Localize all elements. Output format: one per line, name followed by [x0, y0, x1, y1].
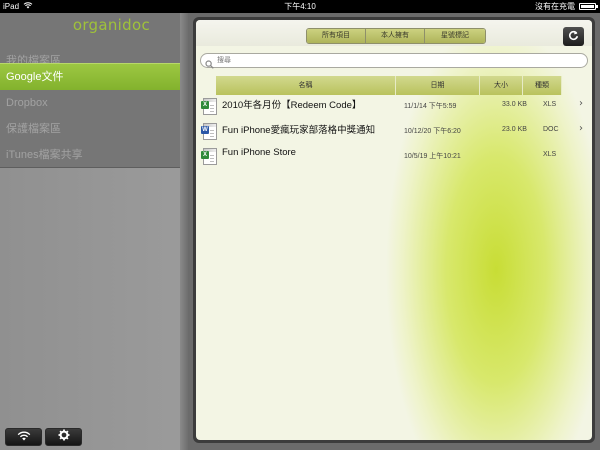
battery-icon — [579, 3, 598, 10]
wifi-icon — [17, 428, 31, 446]
charging-status: 沒有在充電 — [535, 2, 575, 11]
table-row[interactable]: X Fun iPhone Store 10/5/19 上午10:21 XLS — [200, 144, 588, 172]
file-date: 10/5/19 上午10:21 — [404, 153, 461, 160]
refresh-button[interactable] — [563, 27, 584, 46]
file-date: 10/12/20 下午6:20 — [404, 128, 461, 135]
search-input[interactable] — [217, 54, 577, 67]
file-name: Fun iPhone愛瘋玩家部落格中獎通知 — [222, 125, 376, 136]
file-size: 23.0 KB — [502, 126, 527, 133]
file-type: XLS — [543, 101, 557, 108]
file-date: 11/1/14 下午5:59 — [404, 103, 457, 110]
file-name: Fun iPhone Store — [222, 147, 296, 158]
file-type: DOC — [543, 126, 559, 133]
segment-starred[interactable]: 星號標記 — [425, 29, 485, 43]
xls-file-icon: X — [201, 98, 217, 115]
table-row[interactable]: X 2010年各月份【Redeem Code】 11/1/14 下午5:59 3… — [200, 94, 588, 122]
app-logo: organidoc — [72, 16, 150, 34]
wifi-button[interactable] — [5, 428, 42, 446]
refresh-icon — [568, 28, 579, 46]
file-name: 2010年各月份【Redeem Code】 — [222, 100, 362, 111]
sidebar-item-itunes-share[interactable]: iTunes檔案共享 — [0, 142, 181, 168]
file-type: XLS — [543, 151, 557, 158]
column-header-size[interactable]: 大小 — [480, 76, 523, 95]
xls-file-icon: X — [201, 148, 217, 165]
chevron-right-icon[interactable]: › — [579, 98, 583, 109]
gear-icon — [58, 428, 70, 446]
column-header-date[interactable]: 日期 — [396, 76, 480, 95]
sidebar-item-google-docs[interactable]: Google文件 — [0, 63, 181, 90]
table-header: 名稱 日期 大小 種類 — [216, 76, 562, 95]
column-header-type[interactable]: 種類 — [523, 76, 562, 95]
sidebar-item-protected[interactable]: 保護檔案區 — [0, 116, 181, 142]
file-browser-panel: 所有項目 本人擁有 星號標記 名稱 日期 大小 種類 X 2010年各月份【Re… — [193, 17, 595, 443]
settings-button[interactable] — [45, 428, 82, 446]
file-browser-content: 所有項目 本人擁有 星號標記 名稱 日期 大小 種類 X 2010年各月份【Re… — [196, 20, 592, 440]
column-header-name[interactable]: 名稱 — [216, 76, 396, 95]
search-field[interactable] — [200, 53, 588, 69]
sidebar: organidoc 我的檔案區 Google文件 Dropbox 保護檔案區 i… — [0, 13, 188, 450]
doc-file-icon: W — [201, 123, 217, 140]
search-icon — [205, 56, 214, 74]
status-time: 下午4:10 — [284, 2, 316, 11]
segment-owned-by-me[interactable]: 本人擁有 — [366, 29, 425, 43]
segment-all-items[interactable]: 所有項目 — [307, 29, 366, 43]
chevron-right-icon[interactable]: › — [579, 123, 583, 134]
filter-segmented-control: 所有項目 本人擁有 星號標記 — [306, 28, 486, 44]
sidebar-menu: organidoc 我的檔案區 Google文件 Dropbox 保護檔案區 i… — [0, 13, 181, 168]
file-size: 33.0 KB — [502, 101, 527, 108]
status-bar: iPad 下午4:10 沒有在充電 — [0, 0, 600, 13]
sidebar-item-dropbox[interactable]: Dropbox — [0, 90, 181, 116]
table-row[interactable]: W Fun iPhone愛瘋玩家部落格中獎通知 10/12/20 下午6:20 … — [200, 119, 588, 147]
